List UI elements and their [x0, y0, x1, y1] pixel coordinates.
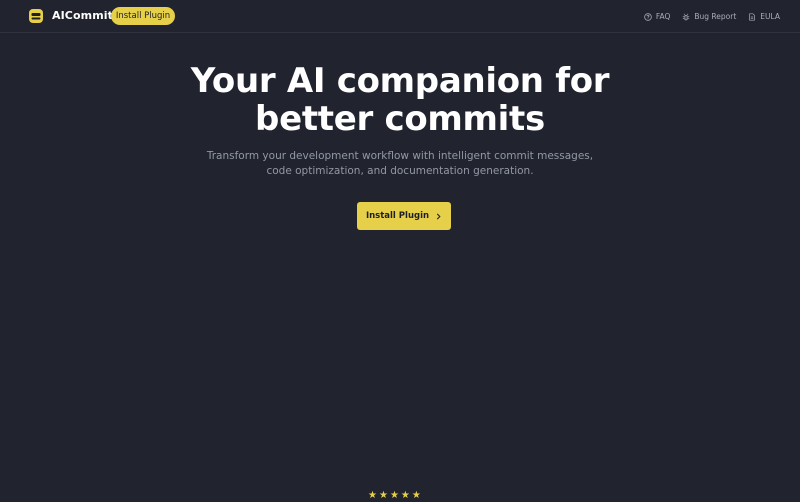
hero-subtitle-line2: code optimization, and documentation gen… — [266, 165, 534, 177]
header-install-plugin-button[interactable]: Install Plugin — [111, 7, 175, 25]
chevron-right-icon — [436, 213, 441, 219]
question-circle-icon — [644, 12, 652, 21]
cta-label: Install Plugin — [365, 211, 430, 221]
nav-bug-report[interactable]: Bug Report — [682, 12, 736, 21]
nav-faq[interactable]: FAQ — [644, 12, 671, 21]
star-icon: ★ — [400, 490, 410, 501]
star-icon: ★ — [411, 490, 421, 501]
top-navbar: AICommit Install Plugin FAQ Bug Report E… — [0, 0, 800, 33]
brand-name[interactable]: AICommit — [52, 9, 113, 22]
nav-bug-report-label: Bug Report — [694, 12, 737, 21]
document-icon — [749, 12, 756, 21]
logo-icon[interactable] — [28, 8, 44, 24]
nav-eula[interactable]: EULA — [748, 12, 780, 21]
rating-stars: ★ ★ ★ ★ ★ — [368, 490, 421, 502]
hero-title-line2: better commits — [255, 99, 545, 139]
star-icon: ★ — [389, 490, 399, 501]
hero-subtitle-line1: Transform your development workflow with… — [206, 150, 594, 162]
hero-title-line1: Your AI companion for — [190, 61, 610, 101]
nav-faq-label: FAQ — [655, 12, 671, 21]
star-icon: ★ — [378, 490, 388, 501]
hero-install-plugin-button[interactable]: Install Plugin — [357, 202, 451, 230]
hero-title: Your AI companion for better commits — [0, 62, 800, 138]
nav-eula-label: EULA — [760, 12, 780, 21]
star-icon: ★ — [368, 490, 377, 501]
bug-icon — [683, 13, 690, 20]
hero-subtitle: Transform your development workflow with… — [180, 149, 620, 179]
header-nav: FAQ Bug Report EULA — [644, 0, 780, 33]
